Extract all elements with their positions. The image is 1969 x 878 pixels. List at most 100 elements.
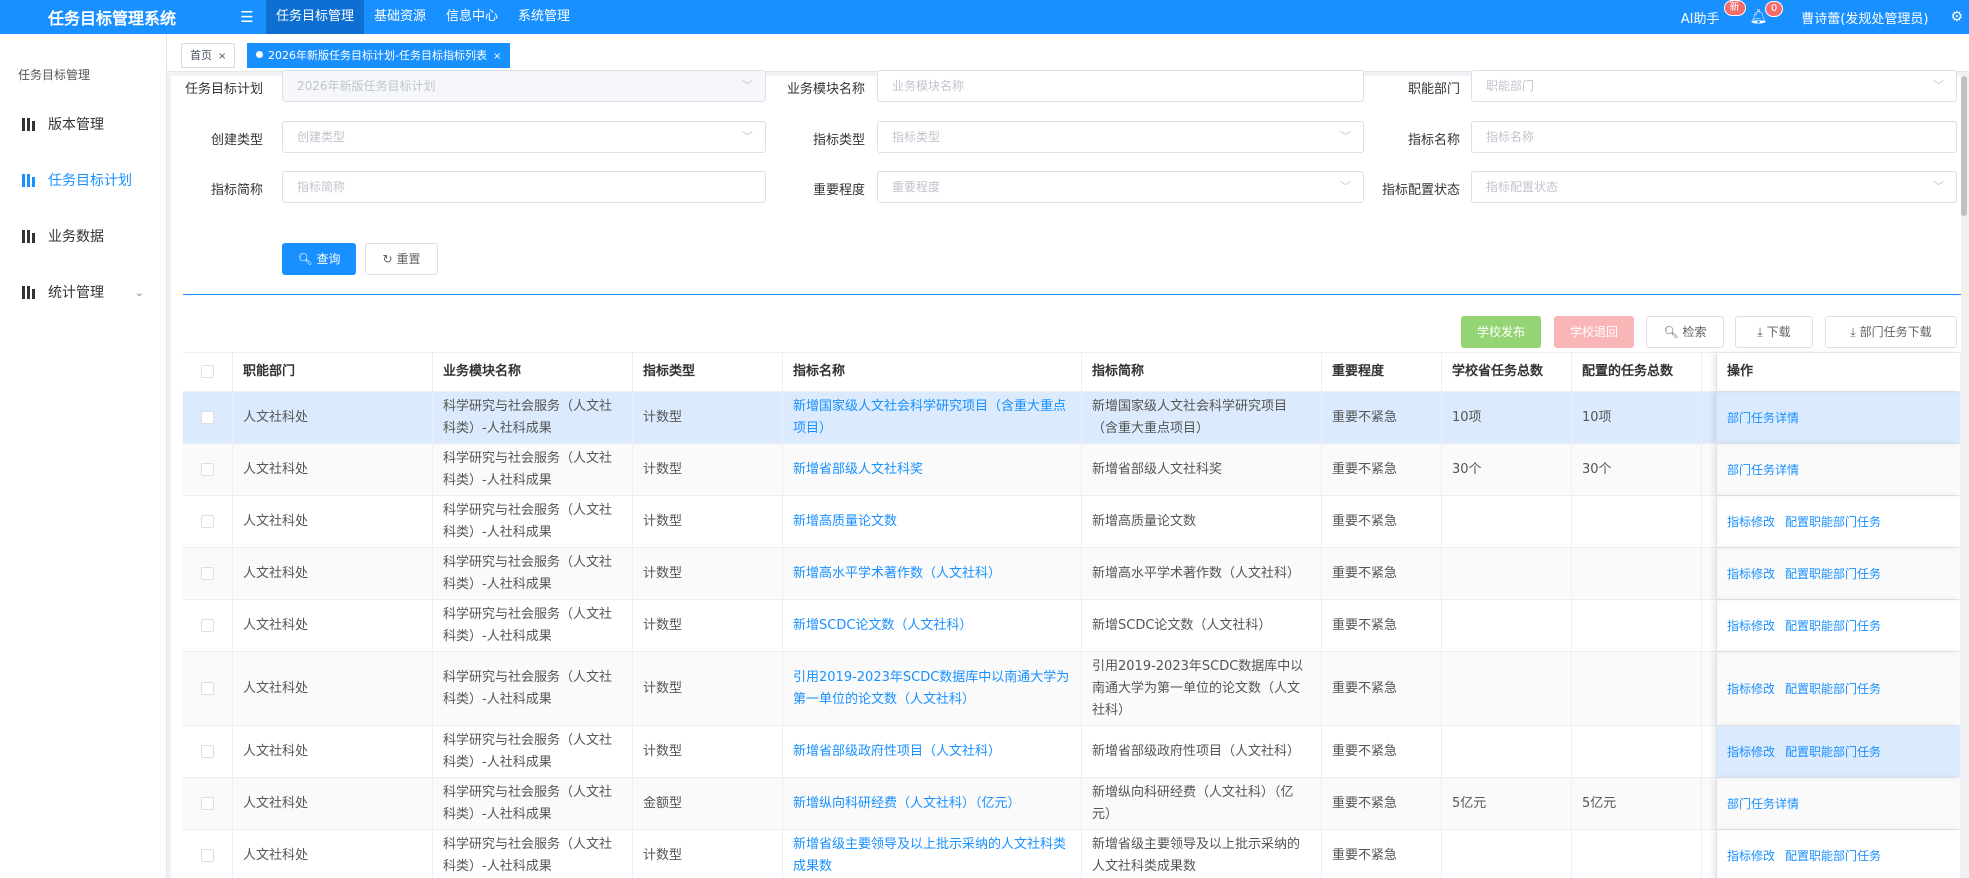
config-dept-task-link[interactable]: 配置职能部门任务 xyxy=(1785,745,1881,759)
cell-name[interactable]: 新增省部级政府性项目（人文社科） xyxy=(783,726,1082,777)
row-checkbox[interactable] xyxy=(201,567,214,580)
cell-name[interactable]: 新增高水平学术著作数（人文社科） xyxy=(783,548,1082,599)
module-input[interactable]: 业务模块名称 xyxy=(877,70,1364,102)
reset-button[interactable]: ↻ 重置 xyxy=(365,243,438,275)
module-input-placeholder: 业务模块名称 xyxy=(892,79,965,93)
table-row[interactable]: 人文社科处 科学研究与社会服务（人文社科类）-人社科成果 计数型 新增SCDC论文数（… xyxy=(183,600,1961,652)
sidebar-item-stats[interactable]: 统计管理 ⌄ xyxy=(0,264,166,320)
user-menu[interactable]: 曹诗蕾(发规处管理员) xyxy=(1801,8,1928,27)
cell-name[interactable]: 新增SCDC论文数（人文社科） xyxy=(783,600,1082,651)
sidebar-item-version[interactable]: 版本管理 xyxy=(0,96,166,152)
cell-name[interactable]: 新增高质量论文数 xyxy=(783,496,1082,547)
row-checkbox[interactable] xyxy=(201,797,214,810)
sidebar-item-data[interactable]: 业务数据 xyxy=(0,208,166,264)
edit-indicator-link[interactable]: 指标修改 xyxy=(1727,745,1775,759)
config-dept-task-link[interactable]: 配置职能部门任务 xyxy=(1785,849,1881,863)
config-dept-task-link[interactable]: 配置职能部门任务 xyxy=(1785,515,1881,529)
edit-indicator-link[interactable]: 指标修改 xyxy=(1727,619,1775,633)
tab-home[interactable]: 首页 × xyxy=(181,43,236,68)
row-checkbox[interactable] xyxy=(201,745,214,758)
row-checkbox[interactable] xyxy=(201,682,214,695)
cell-config-total xyxy=(1572,726,1702,777)
scrollbar-thumb[interactable] xyxy=(1961,76,1967,216)
sidebar-item-label: 版本管理 xyxy=(48,117,104,133)
col-module: 业务模块名称 xyxy=(433,353,633,391)
dept-select[interactable]: 职能部门 ﹀ xyxy=(1471,70,1957,102)
query-button[interactable]: 🔍︎ 查询 xyxy=(282,243,356,275)
short-name-input[interactable]: 指标简称 xyxy=(282,171,766,203)
topnav-item-resources[interactable]: 基础资源 xyxy=(364,0,436,34)
close-icon[interactable]: × xyxy=(218,51,226,62)
sidebar-item-label: 业务数据 xyxy=(48,229,104,245)
row-checkbox[interactable] xyxy=(201,463,214,476)
row-select[interactable] xyxy=(183,830,233,878)
config-status-select[interactable]: 指标配置状态 ﹀ xyxy=(1471,171,1957,203)
dept-task-detail-link[interactable]: 部门任务详情 xyxy=(1727,463,1799,477)
col-config-total: 配置的任务总数 xyxy=(1572,353,1702,391)
edit-indicator-link[interactable]: 指标修改 xyxy=(1727,682,1775,696)
cell-school-total xyxy=(1442,726,1572,777)
vertical-scrollbar[interactable] xyxy=(1961,76,1967,878)
ai-new-badge: 新 xyxy=(1723,0,1746,16)
dept-task-download-button[interactable]: ⤓ 部门任务下载 xyxy=(1825,316,1957,348)
row-select[interactable] xyxy=(183,444,233,495)
notification-button[interactable]: 🔔︎ 0 xyxy=(1750,1,1784,25)
table-row[interactable]: 人文社科处 科学研究与社会服务（人文社科类）-人社科成果 计数型 新增省部级政府性项目… xyxy=(183,726,1961,778)
gear-icon[interactable]: ⚙ xyxy=(1950,9,1963,25)
menu-toggle-icon[interactable]: ☰ xyxy=(236,0,258,34)
cell-name[interactable]: 新增省级主要领导及以上批示采纳的人文社科类成果数 xyxy=(783,830,1082,878)
dept-task-detail-link[interactable]: 部门任务详情 xyxy=(1727,797,1799,811)
edit-indicator-link[interactable]: 指标修改 xyxy=(1727,849,1775,863)
table-row[interactable]: 人文社科处 科学研究与社会服务（人文社科类）-人社科成果 计数型 新增省级主要领导及以… xyxy=(183,830,1961,878)
close-icon[interactable]: × xyxy=(493,51,501,62)
config-dept-task-link[interactable]: 配置职能部门任务 xyxy=(1785,682,1881,696)
table-row[interactable]: 人文社科处 科学研究与社会服务（人文社科类）-人社科成果 计数型 新增高水平学术著作数… xyxy=(183,548,1961,600)
indicator-name-input[interactable]: 指标名称 xyxy=(1471,121,1957,153)
cell-school-total xyxy=(1442,830,1572,878)
row-select[interactable] xyxy=(183,548,233,599)
row-select[interactable] xyxy=(183,778,233,829)
importance-select[interactable]: 重要程度 ﹀ xyxy=(877,171,1364,203)
cell-name[interactable]: 新增国家级人文社会科学研究项目（含重大重点项目） xyxy=(783,392,1082,443)
cell-importance: 重要不紧急 xyxy=(1322,444,1442,495)
indicator-type-select[interactable]: 指标类型 ﹀ xyxy=(877,121,1364,153)
row-select[interactable] xyxy=(183,496,233,547)
table-row[interactable]: 人文社科处 科学研究与社会服务（人文社科类）-人社科成果 计数型 新增高质量论文数 新增… xyxy=(183,496,1961,548)
tab-indicator-list[interactable]: 2026年新版任务目标计划-任务目标指标列表 × xyxy=(247,43,511,68)
topnav-item-task[interactable]: 任务目标管理 xyxy=(266,0,365,34)
row-checkbox[interactable] xyxy=(201,619,214,632)
ai-assistant-button[interactable]: AI助手 新 xyxy=(1681,0,1746,27)
config-dept-task-link[interactable]: 配置职能部门任务 xyxy=(1785,567,1881,581)
cell-importance: 重要不紧急 xyxy=(1322,496,1442,547)
cell-name[interactable]: 引用2019-2023年SCDC数据库中以南通大学为第一单位的论文数（人文社科） xyxy=(783,652,1082,725)
create-type-select[interactable]: 创建类型 ﹀ xyxy=(282,121,766,153)
col-importance: 重要程度 xyxy=(1322,353,1442,391)
edit-indicator-link[interactable]: 指标修改 xyxy=(1727,567,1775,581)
table-row[interactable]: 人文社科处 科学研究与社会服务（人文社科类）-人社科成果 计数型 新增国家级人文社会科… xyxy=(183,392,1961,444)
edit-indicator-link[interactable]: 指标修改 xyxy=(1727,515,1775,529)
cell-name[interactable]: 新增省部级人文社科奖 xyxy=(783,444,1082,495)
school-return-button[interactable]: 学校退回 xyxy=(1554,316,1634,348)
config-dept-task-link[interactable]: 配置职能部门任务 xyxy=(1785,619,1881,633)
table-row[interactable]: 人文社科处 科学研究与社会服务（人文社科类）-人社科成果 计数型 新增省部级人文社科奖… xyxy=(183,444,1961,496)
dept-task-detail-link[interactable]: 部门任务详情 xyxy=(1727,411,1799,425)
row-select[interactable] xyxy=(183,652,233,725)
table-row[interactable]: 人文社科处 科学研究与社会服务（人文社科类）-人社科成果 金额型 新增纵向科研经费（人… xyxy=(183,778,1961,830)
row-select[interactable] xyxy=(183,726,233,777)
download-button[interactable]: ⤓ 下载 xyxy=(1735,316,1813,348)
row-checkbox[interactable] xyxy=(201,849,214,862)
header-select-all[interactable] xyxy=(183,353,233,391)
select-all-checkbox[interactable] xyxy=(201,365,214,378)
cell-ops: 部门任务详情 xyxy=(1717,444,1961,495)
table-row[interactable]: 人文社科处 科学研究与社会服务（人文社科类）-人社科成果 计数型 引用2019-202… xyxy=(183,652,1961,726)
cell-name[interactable]: 新增纵向科研经费（人文社科）（亿元） xyxy=(783,778,1082,829)
topnav-item-system[interactable]: 系统管理 xyxy=(508,0,580,34)
row-checkbox[interactable] xyxy=(201,411,214,424)
school-publish-button[interactable]: 学校发布 xyxy=(1461,316,1541,348)
row-checkbox[interactable] xyxy=(201,515,214,528)
topnav-item-info[interactable]: 信息中心 xyxy=(436,0,508,34)
row-select[interactable] xyxy=(183,600,233,651)
row-select[interactable] xyxy=(183,392,233,443)
retrieve-button[interactable]: 🔍︎ 检索 xyxy=(1646,316,1724,348)
sidebar-item-plan[interactable]: 任务目标计划 xyxy=(0,152,166,208)
